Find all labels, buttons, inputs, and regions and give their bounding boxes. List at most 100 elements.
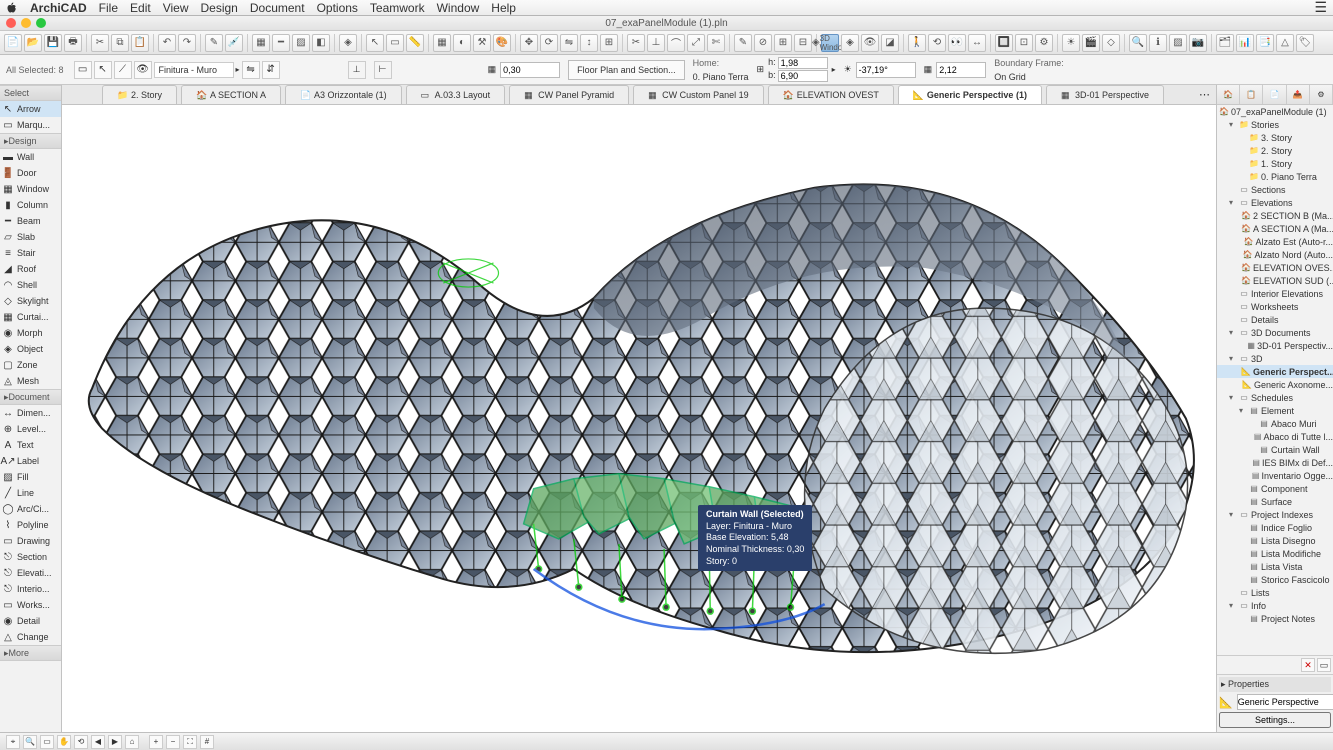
nav-node[interactable]: ▾📁Stories: [1217, 118, 1333, 131]
edit-selection-icon[interactable]: ✎: [734, 34, 752, 52]
tool-section[interactable]: ⎋Section: [0, 549, 61, 565]
eyedropper-icon[interactable]: ✎: [205, 34, 223, 52]
tab-cw-custom-panel-19[interactable]: ▦CW Custom Panel 19: [633, 85, 764, 104]
resize-icon[interactable]: ⤢: [687, 34, 705, 52]
window-close-button[interactable]: [6, 18, 16, 28]
3d-viewport[interactable]: Curtain Wall (Selected) Layer: Finitura …: [62, 105, 1216, 732]
menu-edit[interactable]: Edit: [130, 1, 151, 15]
tool-marqu-[interactable]: ▭Marqu...: [0, 117, 61, 133]
tool-dimen-[interactable]: ↔Dimen...: [0, 405, 61, 421]
nav-tab-settings[interactable]: ⚙: [1310, 85, 1333, 104]
menu-teamwork[interactable]: Teamwork: [370, 1, 425, 15]
nav-node[interactable]: ▭Worksheets: [1217, 300, 1333, 313]
copy-icon[interactable]: ⧉: [111, 34, 129, 52]
redo-icon[interactable]: ↷: [178, 34, 196, 52]
look-icon[interactable]: 👀: [948, 34, 966, 52]
layer-dropdown[interactable]: Finitura - Muro: [154, 62, 234, 78]
section-icon[interactable]: ⊢: [374, 61, 392, 79]
3d-window-button[interactable]: ◈ 3D Window: [821, 34, 839, 52]
nav-node[interactable]: ▾▭Schedules: [1217, 391, 1333, 404]
flip-v-icon[interactable]: ⇵: [262, 61, 280, 79]
floor-plan-icon[interactable]: ⊥: [348, 61, 366, 79]
menu-design[interactable]: Design: [201, 1, 238, 15]
nav-node[interactable]: ▤Inventario Ogge...: [1217, 469, 1333, 482]
element-info-icon[interactable]: ℹ: [1149, 34, 1167, 52]
tab-2-story[interactable]: 📁2. Story: [102, 85, 177, 104]
qs-home-icon[interactable]: ⌂: [125, 735, 139, 749]
tool-line[interactable]: ╱Line: [0, 485, 61, 501]
anchor-icon[interactable]: ⊞: [757, 64, 765, 75]
renovation-icon[interactable]: ⚒: [473, 34, 491, 52]
partial-display-icon[interactable]: ◐: [453, 34, 471, 52]
tool-wall[interactable]: ▬Wall: [0, 149, 61, 165]
measure-icon[interactable]: 📏: [406, 34, 424, 52]
drag-icon[interactable]: ✥: [520, 34, 538, 52]
qs-zoom-icon[interactable]: 🔍: [23, 735, 37, 749]
elevate-icon[interactable]: ↕: [580, 34, 598, 52]
orbit-icon[interactable]: ⟲: [928, 34, 946, 52]
nav-node[interactable]: ▤Abaco di Tutte l...: [1217, 430, 1333, 443]
3d-explore-icon[interactable]: 👁: [861, 34, 879, 52]
nav-node[interactable]: ▤Surface: [1217, 495, 1333, 508]
camera-icon[interactable]: 📷: [1189, 34, 1207, 52]
tool-column[interactable]: ▮Column: [0, 197, 61, 213]
nav-node[interactable]: 📁2. Story: [1217, 144, 1333, 157]
print-icon[interactable]: 🖶: [64, 34, 82, 52]
qs-zoomout-icon[interactable]: −: [166, 735, 180, 749]
nav-node[interactable]: ▤Lista Disegno: [1217, 534, 1333, 547]
paste-icon[interactable]: 📋: [131, 34, 149, 52]
graphic-override-icon[interactable]: 🎨: [493, 34, 511, 52]
organizer-icon[interactable]: 📊: [1236, 34, 1254, 52]
nav-node[interactable]: ▤Project Notes: [1217, 612, 1333, 625]
nav-tab-view-map[interactable]: 📋: [1240, 85, 1263, 104]
tool-roof[interactable]: ◢Roof: [0, 261, 61, 277]
nav-node[interactable]: ▤IES BIMx di Def...: [1217, 456, 1333, 469]
window-maximize-button[interactable]: [36, 18, 46, 28]
qs-next-icon[interactable]: ▶: [108, 735, 122, 749]
find-select-icon[interactable]: 🔍: [1129, 34, 1147, 52]
flip-h-icon[interactable]: ⇋: [242, 61, 260, 79]
nav-node[interactable]: 📁0. Piano Terra: [1217, 170, 1333, 183]
menu-window[interactable]: Window: [437, 1, 480, 15]
tool-fill[interactable]: ▨Fill: [0, 469, 61, 485]
nav-node[interactable]: 📁3. Story: [1217, 131, 1333, 144]
fillet-icon[interactable]: ⌒: [667, 34, 685, 52]
tab-generic-perspective-1-[interactable]: 📐Generic Perspective (1): [898, 85, 1042, 104]
profile-manager-icon[interactable]: ▨: [1169, 34, 1187, 52]
ungroup-icon[interactable]: ⊟: [794, 34, 812, 52]
arrow-mode-icon[interactable]: ↖: [94, 61, 112, 79]
floor-plan-section-button[interactable]: Floor Plan and Section...: [568, 60, 685, 80]
tool-morph[interactable]: ◉Morph: [0, 325, 61, 341]
eye-icon[interactable]: 👁: [134, 61, 152, 79]
toolbox-more-header[interactable]: ▸ More: [0, 645, 61, 661]
boundary-dropdown[interactable]: On Grid: [994, 72, 1026, 82]
nav-node[interactable]: ▤Indice Foglio: [1217, 521, 1333, 534]
nav-tab-publisher[interactable]: 📤: [1287, 85, 1310, 104]
b-input[interactable]: [778, 70, 828, 82]
tab-cw-panel-pyramid[interactable]: ▦CW Panel Pyramid: [509, 85, 629, 104]
nav-node[interactable]: ▤Component: [1217, 482, 1333, 495]
nav-node[interactable]: 🏠Alzato Nord (Auto...: [1217, 248, 1333, 261]
nav-node[interactable]: 🏠ELEVATION SUD (...: [1217, 274, 1333, 287]
thickness-input[interactable]: [500, 62, 560, 78]
trace-icon[interactable]: ◈: [339, 34, 357, 52]
tool-mesh[interactable]: ◬Mesh: [0, 373, 61, 389]
bimx-icon[interactable]: ◇: [1102, 34, 1120, 52]
tool-elevati-[interactable]: ⎋Elevati...: [0, 565, 61, 581]
tool-polyline[interactable]: ⌇Polyline: [0, 517, 61, 533]
nav-node[interactable]: ▤Storico Fascicolo: [1217, 573, 1333, 586]
syringe-icon[interactable]: 💉: [225, 34, 243, 52]
default-settings-icon[interactable]: ▭: [74, 61, 92, 79]
menu-help[interactable]: Help: [491, 1, 516, 15]
3d-view-icon[interactable]: ◈: [841, 34, 859, 52]
nav-node[interactable]: ▦3D-01 Perspectiv...: [1217, 339, 1333, 352]
nav-node[interactable]: 📁1. Story: [1217, 157, 1333, 170]
navigator-icon[interactable]: 🗂: [1216, 34, 1234, 52]
nav-node[interactable]: 📐Generic Axonome...: [1217, 378, 1333, 391]
3d-cutaway-icon[interactable]: ◪: [881, 34, 899, 52]
rotate-icon[interactable]: ⟳: [540, 34, 558, 52]
nav-node[interactable]: 🏠2 SECTION B (Ma...: [1217, 209, 1333, 222]
layer-settings-icon[interactable]: ▦: [252, 34, 270, 52]
prop-value-input[interactable]: [1237, 694, 1333, 710]
tool-door[interactable]: 🚪Door: [0, 165, 61, 181]
